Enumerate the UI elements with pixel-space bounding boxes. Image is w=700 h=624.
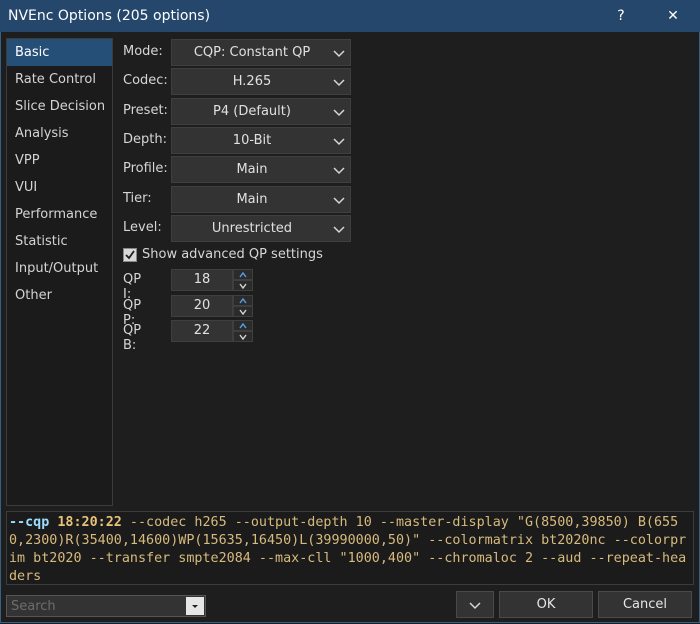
sidebar-item-slice-decision[interactable]: Slice Decision [7, 93, 112, 120]
level-label: Level: [123, 220, 162, 235]
qp-p-field[interactable]: 20 [171, 295, 233, 317]
qp-p-decrement[interactable] [233, 306, 253, 317]
chevron-down-icon [333, 197, 345, 205]
mode-select[interactable]: CQP: Constant QP [171, 39, 351, 66]
profile-label: Profile: [123, 161, 168, 176]
sidebar-item-other[interactable]: Other [7, 282, 112, 309]
depth-value: 10-Bit [232, 133, 272, 148]
level-value: Unrestricted [211, 221, 293, 236]
codec-select[interactable]: H.265 [171, 68, 351, 95]
chevron-down-icon [239, 334, 247, 340]
sidebar-item-vui[interactable]: VUI [7, 174, 112, 201]
sidebar-item-performance[interactable]: Performance [7, 201, 112, 228]
help-button[interactable]: ? [598, 0, 644, 32]
codec-label: Codec: [123, 73, 168, 88]
profile-value: Main [236, 162, 268, 177]
search-box[interactable] [6, 595, 206, 617]
qp-b-decrement[interactable] [233, 331, 253, 342]
qp-i-increment[interactable] [233, 269, 253, 280]
depth-select[interactable]: 10-Bit [171, 127, 351, 154]
preset-select[interactable]: P4 (Default) [171, 98, 351, 125]
chevron-down-icon [239, 283, 247, 289]
command-line-preview[interactable]: --cqp 18:20:22 --codec h265 --output-dep… [6, 511, 694, 585]
sidebar-item-rate-control[interactable]: Rate Control [7, 66, 112, 93]
close-button[interactable]: ✕ [650, 0, 696, 32]
chevron-down-icon [333, 79, 345, 87]
tier-value: Main [236, 192, 268, 207]
qp-i-decrement[interactable] [233, 280, 253, 291]
chevron-down-icon [333, 50, 345, 58]
qp-i-field[interactable]: 18 [171, 269, 233, 291]
chevron-down-icon [239, 309, 247, 315]
chevron-down-icon [333, 109, 345, 117]
search-input[interactable] [7, 596, 185, 616]
sidebar-item-basic[interactable]: Basic [7, 39, 112, 66]
qp-i-stepper[interactable]: 18 [171, 269, 253, 291]
chevron-down-icon [469, 602, 481, 610]
sidebar-item-statistic[interactable]: Statistic [7, 228, 112, 255]
chevron-up-icon [239, 323, 247, 329]
category-sidebar: Basic Rate Control Slice Decision Analys… [6, 38, 113, 506]
caret-down-icon [192, 605, 198, 608]
advanced-qp-label: Show advanced QP settings [142, 247, 323, 262]
chevron-down-icon [333, 138, 345, 146]
sidebar-item-analysis[interactable]: Analysis [7, 120, 112, 147]
search-dropdown-button[interactable] [186, 597, 204, 615]
level-select[interactable]: Unrestricted [171, 215, 351, 242]
tier-select[interactable]: Main [171, 186, 351, 213]
qp-b-field[interactable]: 22 [171, 320, 233, 342]
mode-label: Mode: [123, 44, 163, 59]
cqp-value: 18:20:22 [57, 515, 122, 530]
sidebar-item-input-output[interactable]: Input/Output [7, 255, 112, 282]
window-title: NVEnc Options (205 options) [8, 8, 211, 24]
qp-b-label: QP B: [123, 323, 142, 353]
chevron-up-icon [239, 298, 247, 304]
checkbox-box[interactable] [123, 248, 137, 262]
qp-b-increment[interactable] [233, 320, 253, 331]
preset-label: Preset: [123, 103, 168, 118]
tier-label: Tier: [123, 191, 152, 206]
title-bar: NVEnc Options (205 options) ? ✕ [0, 0, 700, 32]
ok-button[interactable]: OK [499, 591, 593, 618]
mode-value: CQP: Constant QP [193, 45, 311, 60]
chevron-down-icon [333, 226, 345, 234]
profile-select[interactable]: Main [171, 156, 351, 183]
codec-value: H.265 [232, 74, 272, 89]
qp-p-stepper[interactable]: 20 [171, 295, 253, 317]
cqp-flag: --cqp [9, 515, 50, 530]
sidebar-item-vpp[interactable]: VPP [7, 147, 112, 174]
chevron-up-icon [239, 272, 247, 278]
depth-label: Depth: [123, 132, 167, 147]
cancel-button[interactable]: Cancel [598, 591, 692, 618]
qp-p-increment[interactable] [233, 295, 253, 306]
qp-b-stepper[interactable]: 22 [171, 320, 253, 342]
chevron-down-icon [333, 167, 345, 175]
checkmark-icon [125, 250, 135, 260]
more-options-button[interactable] [456, 591, 494, 618]
preset-value: P4 (Default) [213, 104, 291, 119]
